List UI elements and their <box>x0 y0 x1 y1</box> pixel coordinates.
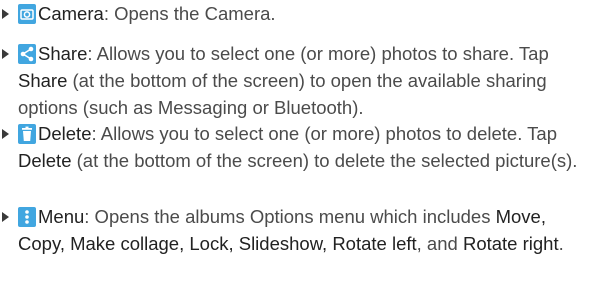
list-item-text: Share: Allows you to select one (or more… <box>18 40 584 121</box>
item-term: Share <box>38 43 88 64</box>
item-term-inline-2: Rotate right <box>462 233 559 254</box>
item-term: Delete <box>38 123 92 144</box>
item-description: : Allows you to select one (or more) pho… <box>87 43 549 64</box>
item-description-end: . <box>558 233 564 254</box>
item-term-inline: Share <box>18 70 68 91</box>
list-item-text: Menu: Opens the albums Options menu whic… <box>18 203 584 257</box>
item-description-cont: , and <box>416 233 463 254</box>
item-description-cont: (at the bottom of the screen) to open th… <box>18 70 547 118</box>
bullet-arrow-icon <box>2 9 9 19</box>
bullet-arrow-icon <box>2 129 9 139</box>
bullet-arrow-icon <box>2 212 9 222</box>
trash-icon <box>18 124 36 144</box>
item-description-cont: (at the bottom of the screen) to delete … <box>71 150 578 171</box>
list-item-text: Camera: Opens the Camera. <box>18 0 584 27</box>
camera-icon <box>18 4 36 24</box>
item-term: Camera <box>38 3 104 24</box>
share-icon <box>18 44 36 64</box>
item-term: Menu <box>38 206 85 227</box>
item-term-inline: Delete <box>18 150 72 171</box>
bullet-arrow-icon <box>2 49 9 59</box>
menu-icon <box>18 207 36 227</box>
item-description: : Opens the albums Options menu which in… <box>84 206 496 227</box>
list-item-text: Delete: Allows you to select one (or mor… <box>18 120 584 174</box>
item-description: : Opens the Camera. <box>103 3 276 24</box>
item-description: : Allows you to select one (or more) pho… <box>91 123 557 144</box>
